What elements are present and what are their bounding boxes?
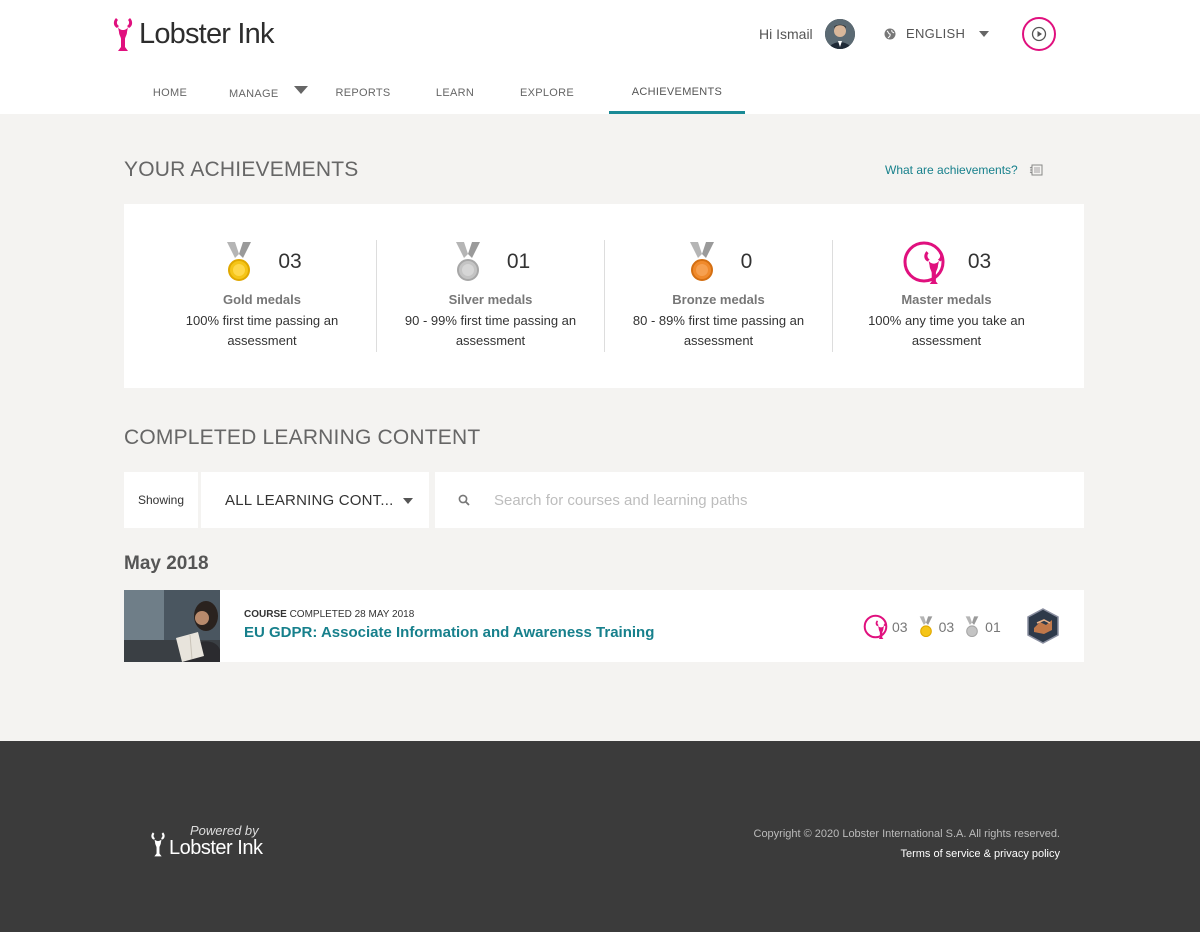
course-thumbnail bbox=[124, 590, 220, 662]
master-medal-description: 100% any time you take an assessment bbox=[868, 313, 1025, 348]
bronze-medal-description: 80 - 89% first time passing an assessmen… bbox=[632, 313, 805, 348]
month-heading: May 2018 bbox=[124, 553, 209, 574]
search-input[interactable] bbox=[494, 491, 1054, 509]
play-button[interactable] bbox=[1022, 17, 1056, 51]
course-completed-date: COMPLETED 28 MAY 2018 bbox=[289, 609, 415, 620]
bronze-medal-label: Bronze medals bbox=[672, 292, 765, 307]
gold-medal-icon bbox=[227, 242, 252, 281]
language-selector[interactable]: ENGLISH bbox=[884, 26, 990, 41]
master-medal-count: 03 bbox=[967, 250, 992, 273]
course-medal-counts: 03 03 01 bbox=[863, 614, 1010, 639]
logo-text: Lobster Ink bbox=[139, 17, 274, 50]
chevron-down-icon bbox=[294, 86, 309, 94]
silver-medal-label: Silver medals bbox=[448, 292, 533, 307]
footer: Powered by Lobster Ink Copyright © 2020 … bbox=[0, 741, 1200, 932]
completed-content-title: COMPLETED LEARNING CONTENT bbox=[124, 426, 481, 449]
course-gold-count: 03 bbox=[938, 618, 955, 635]
silver-medal-summary: 01 Silver medals 90 - 99% first time pas… bbox=[376, 240, 604, 352]
copyright-text: Copyright © 2020 Lobster International S… bbox=[753, 828, 1061, 840]
content-type-value: ALL LEARNING CONT... bbox=[225, 491, 394, 509]
content-type-dropdown[interactable]: ALL LEARNING CONT... bbox=[201, 472, 429, 528]
what-are-achievements-link[interactable]: What are achievements? bbox=[885, 163, 1043, 177]
nav-explore[interactable]: EXPLORE bbox=[506, 72, 588, 114]
showing-label: Showing bbox=[124, 472, 198, 528]
play-icon bbox=[1031, 26, 1047, 42]
nav-learn[interactable]: LEARN bbox=[404, 72, 506, 114]
top-header: Lobster Ink Hi Ismail ENGLISH HOME MANAG… bbox=[0, 0, 1200, 114]
terms-privacy-link[interactable]: Terms of service & privacy policy bbox=[900, 848, 1060, 860]
master-medal-icon bbox=[863, 614, 888, 639]
gold-medal-count: 03 bbox=[278, 250, 302, 273]
nav-manage[interactable]: MANAGE bbox=[212, 72, 322, 114]
nav-home[interactable]: HOME bbox=[128, 72, 212, 114]
language-label: ENGLISH bbox=[906, 26, 966, 41]
gold-medal-icon bbox=[919, 615, 932, 637]
course-list-item[interactable]: COURSE COMPLETED 28 MAY 2018 EU GDPR: As… bbox=[124, 590, 1084, 662]
silver-medal-count: 01 bbox=[506, 250, 531, 273]
user-menu[interactable]: Hi Ismail bbox=[759, 18, 855, 50]
gold-medal-label: Gold medals bbox=[222, 292, 302, 307]
document-icon bbox=[1029, 164, 1043, 176]
search-icon bbox=[458, 494, 470, 506]
lobster-ink-logo[interactable]: Lobster Ink bbox=[112, 14, 274, 54]
master-medal-summary: 03 Master medals 100% any time you take … bbox=[832, 240, 1060, 352]
achievements-title: YOUR ACHIEVEMENTS bbox=[124, 158, 359, 181]
footer-logo-text: Lobster Ink bbox=[169, 837, 263, 859]
master-medal-label: Master medals bbox=[901, 292, 992, 307]
main-nav: HOME MANAGE REPORTS LEARN EXPLORE ACHIEV… bbox=[128, 72, 745, 114]
lobster-logo-icon bbox=[150, 829, 166, 859]
chevron-down-icon bbox=[403, 498, 413, 504]
silver-medal-icon bbox=[455, 242, 480, 281]
gold-medal-description: 100% first time passing an assessment bbox=[185, 313, 339, 348]
achievements-card: 03 Gold medals 100% first time passing a… bbox=[124, 204, 1084, 388]
course-meta: COURSE COMPLETED 28 MAY 2018 bbox=[244, 609, 414, 620]
course-master-count: 03 bbox=[892, 618, 908, 635]
nav-achievements[interactable]: ACHIEVEMENTS bbox=[609, 72, 745, 114]
chevron-down-icon bbox=[979, 30, 990, 37]
silver-medal-icon bbox=[965, 615, 979, 637]
lobster-logo-icon bbox=[112, 15, 134, 53]
bronze-medal-icon bbox=[689, 242, 714, 281]
silver-medal-description: 90 - 99% first time passing an assessmen… bbox=[404, 313, 577, 348]
course-title-link[interactable]: EU GDPR: Associate Information and Aware… bbox=[244, 624, 654, 641]
nav-reports[interactable]: REPORTS bbox=[322, 72, 404, 114]
master-medal-icon bbox=[903, 241, 945, 284]
gold-medal-summary: 03 Gold medals 100% first time passing a… bbox=[148, 240, 376, 352]
course-silver-count: 01 bbox=[985, 618, 1001, 635]
bronze-medal-summary: 0 Bronze medals 80 - 89% first time pass… bbox=[604, 240, 832, 352]
course-kind: COURSE bbox=[244, 609, 287, 620]
course-badge-icon bbox=[1027, 608, 1059, 644]
bronze-medal-count: 0 bbox=[740, 250, 753, 273]
avatar[interactable] bbox=[824, 19, 855, 49]
globe-icon bbox=[884, 28, 896, 39]
search-bar bbox=[435, 472, 1084, 528]
user-greeting: Hi Ismail bbox=[759, 26, 813, 42]
